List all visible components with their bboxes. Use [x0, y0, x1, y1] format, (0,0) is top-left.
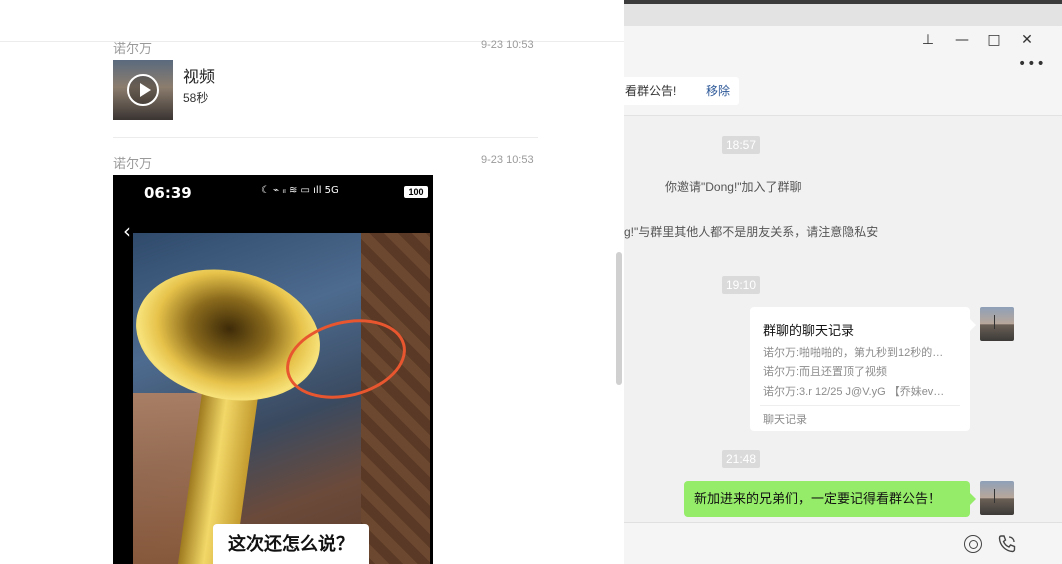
avatar[interactable] — [980, 481, 1014, 515]
video-thumbnail[interactable] — [113, 60, 173, 120]
chat-history-line: 诺尔万:啪啪啪的，第九秒到12秒的… — [763, 347, 944, 359]
avatar[interactable] — [980, 307, 1014, 341]
favorite-time: 9-23 10:53 — [481, 39, 534, 51]
card-divider — [760, 405, 960, 406]
minimize-button[interactable]: — — [950, 30, 974, 50]
maximize-button[interactable]: □ — [982, 30, 1006, 50]
favorite-time: 9-23 10:53 — [481, 154, 534, 166]
chat-history-footer: 聊天记录 — [763, 414, 807, 426]
scrollbar-thumb[interactable] — [616, 252, 622, 385]
system-message: g!"与群里其他人都不是朋友关系，请注意隐私安 — [624, 225, 879, 239]
pin-icon[interactable]: ⊥ — [916, 30, 940, 50]
close-button[interactable]: ✕ — [1015, 30, 1039, 50]
outgoing-message-bubble[interactable]: 新加进来的兄弟们，一定要记得看群公告！ — [684, 481, 976, 517]
input-toolbar — [624, 522, 1062, 564]
announcement-bar[interactable]: 看群公告! 移除 — [624, 77, 739, 105]
chat-history-line: 诺尔万:而且还置顶了视频 — [763, 366, 888, 378]
video-frame — [133, 233, 430, 564]
favorites-top-bar — [0, 0, 624, 42]
announcement-text: 看群公告! — [625, 84, 677, 98]
favorite-sender: 诺尔万 — [113, 41, 153, 56]
timestamp-chip: 21:48 — [722, 450, 760, 468]
status-clock: 06:39 — [144, 184, 192, 202]
phone-call-icon[interactable] — [996, 533, 1018, 555]
play-icon[interactable] — [127, 74, 159, 106]
battery-icon: 100 — [404, 186, 428, 198]
back-chevron-icon: ‹ — [123, 219, 131, 243]
window-shadow — [624, 4, 1062, 26]
chat-history-card[interactable]: 群聊的聊天记录 诺尔万:啪啪啪的，第九秒到12秒的… 诺尔万:而且还置顶了视频 … — [750, 307, 976, 431]
pattern-panel — [361, 233, 430, 564]
chat-window: ⊥ — □ ✕ ••• 看群公告! 移除 18:57 你邀请"Dong!"加入了… — [624, 0, 1062, 564]
more-options-icon[interactable]: ••• — [1018, 56, 1046, 72]
favorites-divider — [113, 137, 538, 138]
remove-announcement-button[interactable]: 移除 — [706, 77, 730, 105]
video-caption: 这次还怎么说？ — [213, 524, 369, 564]
video-label[interactable]: 视频 — [183, 63, 215, 87]
phone-screenshot-image[interactable]: 06:39 ☾ ⌁ ᵢₗ ≋ ▭ ıll 5G 100 ‹ 这次还怎么说？ — [113, 175, 433, 564]
favorite-sender: 诺尔万 — [113, 156, 153, 171]
status-bar-icons: ☾ ⌁ ᵢₗ ≋ ▭ ıll 5G — [261, 185, 339, 196]
voice-chat-icon[interactable] — [964, 535, 982, 553]
chat-history-line: 诺尔万:3.r 12/25 J@V.yG 【乔妹ev… — [763, 386, 945, 398]
chat-history-title: 群聊的聊天记录 — [763, 323, 855, 338]
timestamp-chip: 19:10 — [722, 276, 760, 294]
favorites-panel: 诺尔万 9-23 10:53 视频 58秒 诺尔万 9-23 10:53 06:… — [0, 0, 624, 564]
system-message: 你邀请"Dong!"加入了群聊 — [665, 180, 802, 194]
timestamp-chip: 18:57 — [722, 136, 760, 154]
video-duration: 58秒 — [183, 91, 209, 105]
